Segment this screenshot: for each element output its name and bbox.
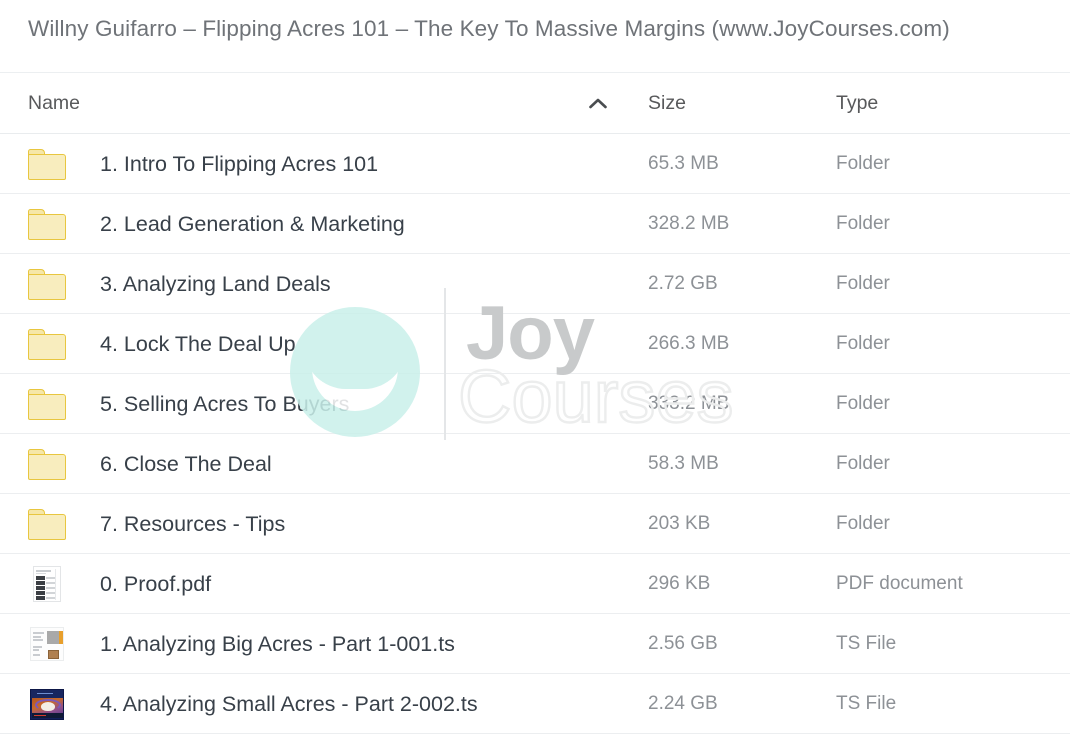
folder-icon xyxy=(22,194,72,254)
file-name: 5. Selling Acres To Buyers xyxy=(100,391,350,416)
window-title: Willny Guifarro – Flipping Acres 101 – T… xyxy=(28,16,950,41)
table-row[interactable]: 4. Analyzing Small Acres - Part 2-002.ts… xyxy=(0,674,1070,734)
column-header-row: Name Size Type xyxy=(0,72,1070,134)
file-type: Folder xyxy=(836,513,890,534)
window-title-bar: Willny Guifarro – Flipping Acres 101 – T… xyxy=(0,0,1070,58)
file-type: TS File xyxy=(836,693,897,714)
table-row[interactable]: 4. Lock The Deal Up 266.3 MB Folder xyxy=(0,314,1070,374)
table-row[interactable]: 0. Proof.pdf 296 KB PDF document xyxy=(0,554,1070,614)
file-type: Folder xyxy=(836,273,890,294)
table-row[interactable]: 2. Lead Generation & Marketing 328.2 MB … xyxy=(0,194,1070,254)
file-name: 4. Analyzing Small Acres - Part 2-002.ts xyxy=(100,691,478,716)
folder-icon xyxy=(22,434,72,494)
folder-icon xyxy=(22,254,72,314)
file-size: 2.24 GB xyxy=(648,693,718,714)
file-type: Folder xyxy=(836,453,890,474)
file-type: Folder xyxy=(836,333,890,354)
file-name: 1. Analyzing Big Acres - Part 1-001.ts xyxy=(100,631,455,656)
file-size: 333.2 MB xyxy=(648,393,730,414)
table-row[interactable]: 7. Resources - Tips 203 KB Folder xyxy=(0,494,1070,554)
file-size: 296 KB xyxy=(648,573,711,594)
column-header-name[interactable]: Name xyxy=(28,73,80,134)
file-size: 328.2 MB xyxy=(648,213,730,234)
file-type: Folder xyxy=(836,153,890,174)
column-header-size[interactable]: Size xyxy=(648,73,686,134)
chevron-up-icon[interactable] xyxy=(586,73,610,134)
folder-icon xyxy=(22,314,72,374)
pdf-thumbnail-icon xyxy=(22,554,72,614)
file-name: 3. Analyzing Land Deals xyxy=(100,271,331,296)
column-header-type[interactable]: Type xyxy=(836,73,878,134)
folder-icon xyxy=(22,374,72,434)
table-row[interactable]: 1. Intro To Flipping Acres 101 65.3 MB F… xyxy=(0,134,1070,194)
ts-slide-thumbnail-icon xyxy=(22,614,72,674)
file-name: 0. Proof.pdf xyxy=(100,571,212,596)
table-row[interactable]: 6. Close The Deal 58.3 MB Folder xyxy=(0,434,1070,494)
file-name: 2. Lead Generation & Marketing xyxy=(100,211,405,236)
file-type: Folder xyxy=(836,393,890,414)
file-size: 58.3 MB xyxy=(648,453,719,474)
file-name: 4. Lock The Deal Up xyxy=(100,331,296,356)
file-size: 2.56 GB xyxy=(648,633,718,654)
table-row[interactable]: 3. Analyzing Land Deals 2.72 GB Folder xyxy=(0,254,1070,314)
file-browser-window: Willny Guifarro – Flipping Acres 101 – T… xyxy=(0,0,1070,737)
file-type: TS File xyxy=(836,633,897,654)
file-list: 1. Intro To Flipping Acres 101 65.3 MB F… xyxy=(0,134,1070,734)
file-type: Folder xyxy=(836,213,890,234)
file-name: 7. Resources - Tips xyxy=(100,511,286,536)
file-size: 266.3 MB xyxy=(648,333,730,354)
folder-icon xyxy=(22,134,72,194)
table-row[interactable]: 5. Selling Acres To Buyers 333.2 MB Fold… xyxy=(0,374,1070,434)
table-row[interactable]: 1. Analyzing Big Acres - Part 1-001.ts 2… xyxy=(0,614,1070,674)
file-size: 2.72 GB xyxy=(648,273,718,294)
file-size: 203 KB xyxy=(648,513,711,534)
file-type: PDF document xyxy=(836,573,963,594)
ts-video-thumbnail-icon xyxy=(22,674,72,734)
folder-icon xyxy=(22,494,72,554)
file-size: 65.3 MB xyxy=(648,153,719,174)
file-name: 1. Intro To Flipping Acres 101 xyxy=(100,151,379,176)
file-name: 6. Close The Deal xyxy=(100,451,272,476)
